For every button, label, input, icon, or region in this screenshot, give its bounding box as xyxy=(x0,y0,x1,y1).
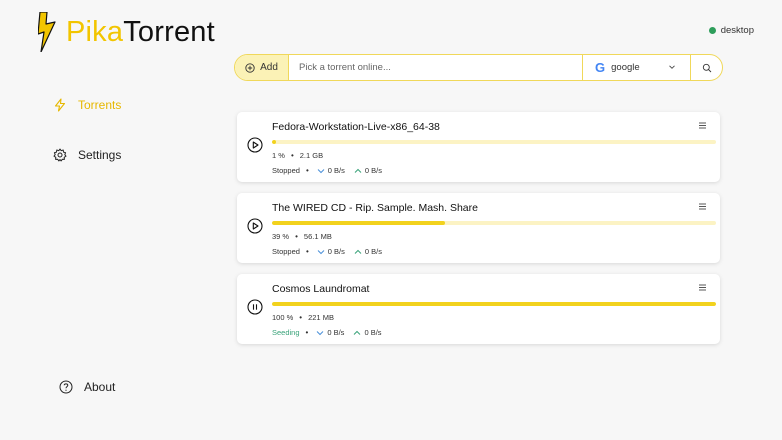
progress-label: 39 % xyxy=(272,232,290,241)
upload-arrow-icon xyxy=(354,249,362,254)
download-arrow-icon xyxy=(317,168,325,173)
plus-circle-icon xyxy=(245,62,255,73)
search-engine-select[interactable]: G google xyxy=(582,55,690,80)
device-label: desktop xyxy=(720,25,754,36)
torrent-stats: Stopped • 0 B/s 0 B/s xyxy=(272,247,382,256)
size-label: 56.1 MB xyxy=(303,232,332,241)
download-arrow-icon xyxy=(316,330,324,335)
status-dot xyxy=(708,27,716,34)
progress-fill xyxy=(272,140,277,144)
progress-bar xyxy=(272,221,716,225)
torrent-stats: Seeding • 0 B/s 0 B/s xyxy=(272,328,382,337)
device-status[interactable]: desktop xyxy=(708,25,754,36)
app-title-pika: Pika xyxy=(66,15,124,48)
lightning-logo-icon xyxy=(38,12,56,52)
gear-icon xyxy=(53,148,67,162)
progress-label: 1 % xyxy=(272,151,285,160)
download-arrow-icon xyxy=(317,249,325,254)
question-circle-icon xyxy=(59,380,73,394)
download-speed: 0 B/s xyxy=(327,328,345,337)
menu-icon[interactable] xyxy=(698,121,707,130)
search-icon xyxy=(702,63,711,72)
status-label: Seeding xyxy=(272,328,300,337)
menu-icon[interactable] xyxy=(698,283,707,292)
upload-speed: 0 B/s xyxy=(364,166,382,175)
torrent-card: Cosmos Laundromat 100 % • 221 MB Seeding… xyxy=(237,274,720,344)
progress-fill xyxy=(272,302,716,306)
torrent-stats: Stopped • 0 B/s 0 B/s xyxy=(272,166,382,175)
app-title: PikaTorrent xyxy=(66,16,215,49)
search-engine-label: google xyxy=(611,62,640,73)
upload-speed: 0 B/s xyxy=(364,247,382,256)
torrent-meta: 100 % • 221 MB xyxy=(272,313,334,322)
upload-arrow-icon xyxy=(354,168,362,173)
sidebar-item-label: Settings xyxy=(78,148,122,162)
download-speed: 0 B/s xyxy=(327,166,345,175)
app-logo: PikaTorrent xyxy=(38,12,215,52)
progress-bar xyxy=(272,140,716,144)
search-bar: Add G google xyxy=(234,54,723,81)
play-icon[interactable] xyxy=(247,218,263,234)
add-button[interactable]: Add xyxy=(235,55,289,80)
upload-arrow-icon xyxy=(354,330,361,335)
upload-speed: 0 B/s xyxy=(364,328,382,337)
pause-icon[interactable] xyxy=(247,299,263,315)
menu-icon[interactable] xyxy=(698,202,707,211)
chevron-down-icon xyxy=(669,65,675,69)
size-label: 2.1 GB xyxy=(299,151,324,160)
sidebar-item-label: Torrents xyxy=(78,98,122,112)
torrent-name: The WIRED CD - Rip. Sample. Mash. Share xyxy=(272,202,478,214)
torrent-meta: 1 % • 2.1 GB xyxy=(272,151,324,160)
status-label: Stopped xyxy=(272,166,300,175)
status-label: Stopped xyxy=(272,247,300,256)
torrent-card: Fedora-Workstation-Live-x86_64-38 1 % • … xyxy=(237,112,720,182)
progress-fill xyxy=(272,221,446,225)
torrent-card: The WIRED CD - Rip. Sample. Mash. Share … xyxy=(237,193,720,263)
lightning-icon xyxy=(54,98,66,112)
torrent-name: Cosmos Laundromat xyxy=(272,283,370,295)
torrent-name: Fedora-Workstation-Live-x86_64-38 xyxy=(272,121,440,133)
progress-bar xyxy=(272,302,716,306)
add-button-label: Add xyxy=(260,62,278,73)
app-title-torrent: Torrent xyxy=(123,15,215,48)
sidebar-item-torrents[interactable]: Torrents xyxy=(53,98,121,112)
search-button[interactable] xyxy=(690,55,722,80)
sidebar-item-settings[interactable]: Settings xyxy=(53,148,121,162)
sidebar-item-label: About xyxy=(84,380,116,394)
play-icon[interactable] xyxy=(247,137,263,153)
progress-label: 100 % xyxy=(272,313,294,322)
sidebar-item-about[interactable]: About xyxy=(59,380,115,394)
size-label: 221 MB xyxy=(308,313,334,322)
google-icon: G xyxy=(595,60,606,75)
download-speed: 0 B/s xyxy=(327,247,345,256)
search-input[interactable] xyxy=(289,55,582,80)
torrent-meta: 39 % • 56.1 MB xyxy=(272,232,332,241)
